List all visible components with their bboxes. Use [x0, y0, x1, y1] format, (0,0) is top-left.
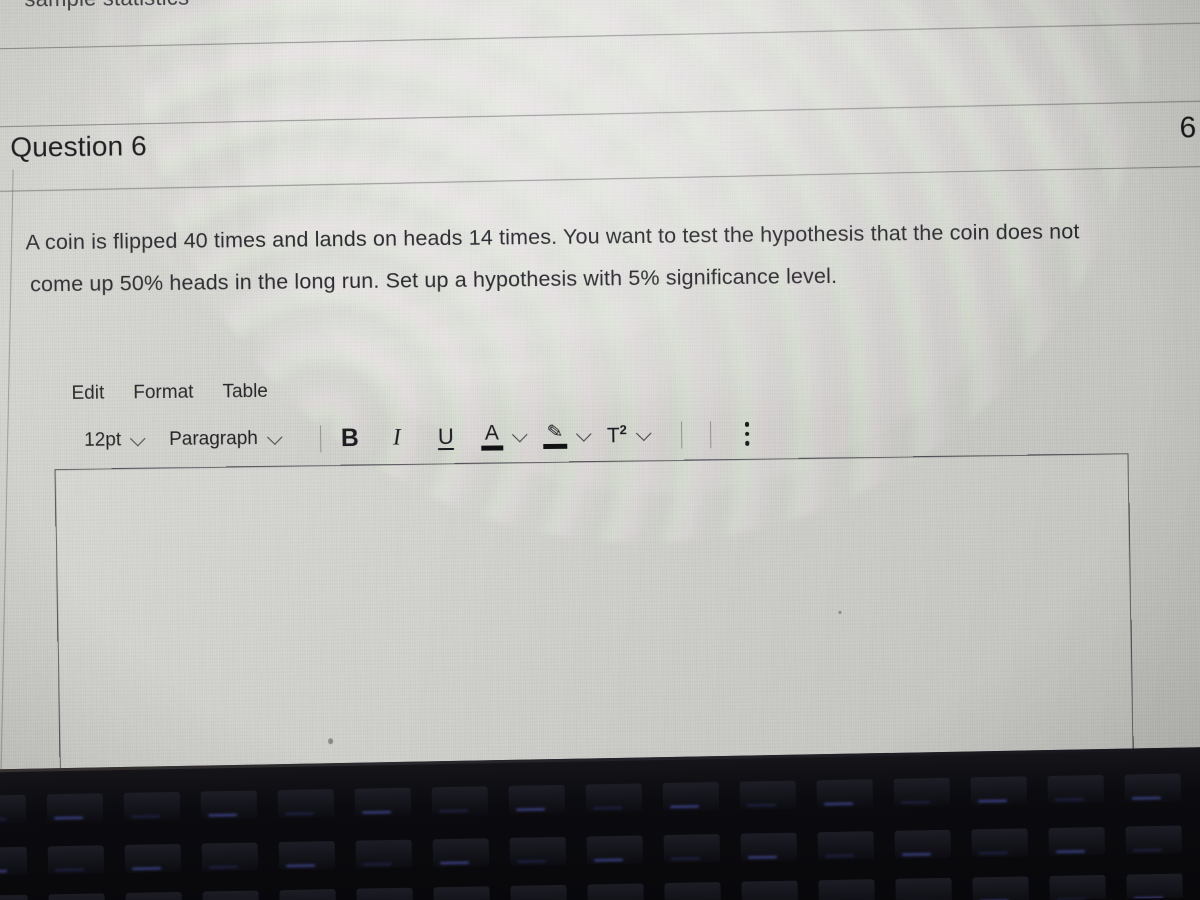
dot [744, 431, 750, 437]
keyboard-key [662, 782, 720, 812]
superscript-icon: T2 [606, 422, 627, 448]
keyboard-key [355, 839, 413, 869]
menu-item-table[interactable]: Table [222, 381, 268, 403]
keyboard-key [279, 889, 337, 900]
keyboard-key [124, 843, 182, 873]
photograph-of-laptop-screen: sample statistics 6 Question 6 A coin is… [0, 0, 1200, 900]
keyboard-key [125, 891, 183, 900]
keyboard-key [1126, 873, 1183, 900]
keyboard-key [1047, 775, 1105, 805]
text-color-icon: A [480, 421, 504, 451]
chevron-down-icon [129, 430, 146, 446]
more-options-button[interactable] [744, 422, 750, 446]
bold-button[interactable]: B [335, 421, 365, 455]
keyboard-key [46, 793, 104, 823]
keyboard-key [817, 831, 875, 861]
chevron-down-icon[interactable] [635, 425, 652, 441]
menu-item-edit[interactable]: Edit [71, 383, 104, 405]
chevron-down-icon[interactable] [511, 426, 528, 442]
font-size-dropdown[interactable]: 12pt [84, 429, 146, 452]
keyboard-key [1124, 773, 1182, 803]
block-format-dropdown[interactable]: Paragraph [169, 428, 283, 451]
keyboard-key [48, 893, 106, 900]
font-size-value: 12pt [84, 429, 122, 451]
keyboard-key [741, 880, 798, 900]
toolbar-divider [319, 424, 322, 452]
keyboard-row [0, 872, 1200, 900]
menu-item-format[interactable]: Format [133, 382, 193, 405]
keyboard-key [201, 842, 259, 872]
keyboard-key [508, 784, 566, 814]
keyboard-row [0, 772, 1200, 824]
editor-toolbar: 12pt Paragraph B I U A ✎ T2 [84, 417, 750, 458]
dot [745, 441, 750, 446]
keyboard-key [895, 877, 952, 900]
toolbar-divider [709, 420, 712, 448]
keyboard-key [0, 894, 29, 900]
keyboard-key [586, 835, 644, 865]
keyboard-key [356, 887, 413, 900]
keyboard-key [510, 884, 567, 900]
highlight-color-button[interactable]: ✎ [542, 421, 592, 450]
text-color-button[interactable]: A [480, 421, 528, 451]
keyboard-key [816, 779, 874, 809]
highlighter-pen-icon: ✎ [542, 421, 568, 450]
laptop-screen-surface: sample statistics 6 Question 6 A coin is… [0, 0, 1200, 865]
superscript-button[interactable]: T2 [606, 422, 652, 448]
editor-menubar: Edit Format Table [71, 381, 268, 405]
keyboard-key [818, 879, 875, 900]
section-divider-top [0, 21, 1200, 51]
color-swatch-bar [480, 445, 504, 451]
keyboard-key [200, 790, 258, 820]
keyboard-key [1048, 827, 1106, 857]
keyboard-key [433, 886, 490, 900]
keyboard-key [972, 876, 1029, 900]
keyboard-key [123, 791, 181, 821]
page-title: Question 6 [10, 130, 147, 163]
keyboard-key [202, 890, 260, 900]
italic-button[interactable]: I [382, 420, 412, 454]
dot [744, 422, 750, 427]
keyboard-key [278, 841, 336, 871]
chevron-down-icon [266, 428, 283, 445]
question-points-value: 6 [1179, 111, 1197, 145]
keyboard-key [893, 777, 951, 807]
keyboard-key [354, 787, 412, 817]
keyboard-key [509, 836, 567, 866]
laptop-keyboard-deck [0, 746, 1200, 900]
content-left-border [0, 169, 14, 840]
keyboard-key [971, 828, 1029, 858]
block-format-value: Paragraph [169, 428, 259, 450]
keyboard-key [0, 846, 28, 876]
keyboard-key [739, 780, 797, 810]
keyboard-key [740, 832, 798, 862]
section-divider-middle [0, 99, 1200, 129]
keyboard-key [277, 789, 335, 819]
keyboard-key [431, 786, 489, 816]
question-prompt-text: A coin is flipped 40 times and lands on … [25, 209, 1194, 305]
dust-speck [328, 738, 334, 745]
highlight-swatch-bar [542, 443, 568, 450]
keyboard-key [970, 776, 1028, 806]
chevron-down-icon[interactable] [575, 425, 592, 442]
keyboard-key [0, 794, 27, 824]
keyboard-key [1125, 825, 1182, 855]
quiz-page-content: sample statistics 6 Question 6 A coin is… [0, 0, 1200, 840]
keyboard-key [1049, 875, 1106, 900]
keyboard-key [663, 834, 721, 864]
keyboard-key [894, 829, 952, 859]
keyboard-key [664, 882, 721, 900]
breadcrumb[interactable]: sample statistics [24, 0, 189, 12]
toolbar-divider [680, 421, 683, 449]
underline-button[interactable]: U [431, 420, 461, 454]
keyboard-row [0, 824, 1200, 876]
keyboard-key [432, 838, 490, 868]
section-divider-under-heading [0, 165, 1200, 193]
keyboard-key [587, 883, 644, 900]
keyboard-key [47, 845, 105, 875]
dust-speck [838, 610, 842, 614]
keyboard-key [585, 783, 643, 813]
